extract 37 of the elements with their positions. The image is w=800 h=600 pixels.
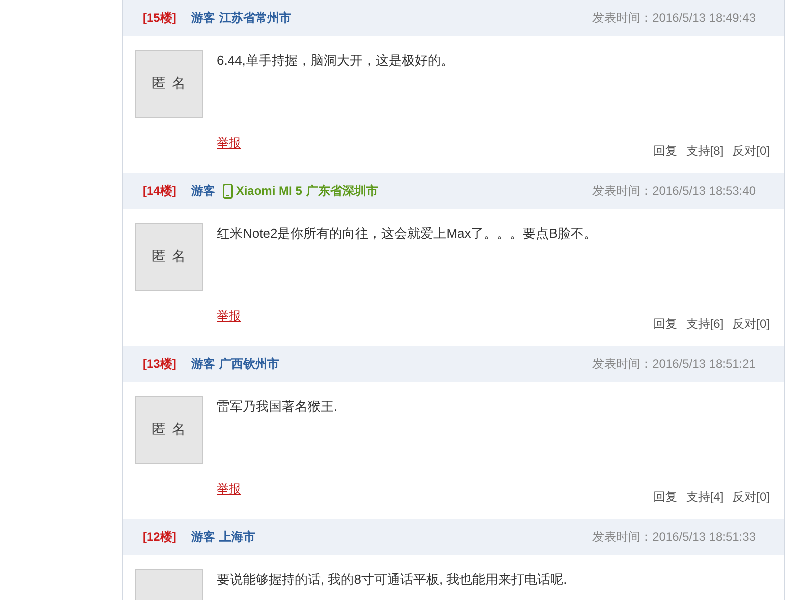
anonymous-avatar: 匿名 bbox=[135, 50, 203, 118]
floor-number: [13楼] bbox=[143, 356, 176, 372]
post-time: 发表时间：2016/5/13 18:51:33 bbox=[592, 528, 756, 546]
report-link[interactable]: 举报 bbox=[217, 481, 241, 497]
comment-text: 雷军乃我国著名猴王. bbox=[217, 398, 338, 416]
reply-link[interactable]: 回复 bbox=[653, 316, 678, 332]
reply-link[interactable]: 回复 bbox=[653, 489, 678, 505]
username-link[interactable]: 游客 bbox=[191, 10, 216, 26]
comment-text: 6.44,单手持握，脑洞大开，这是极好的。 bbox=[217, 52, 454, 70]
support-link[interactable]: 支持[4] bbox=[686, 489, 724, 505]
anonymous-avatar: 匿名 bbox=[135, 223, 203, 291]
oppose-link[interactable]: 反对[0] bbox=[732, 489, 770, 505]
floor-number: [15楼] bbox=[143, 10, 176, 26]
comment-text: 红米Note2是你所有的向往，这会就爱上Max了。。。要点B脸不。 bbox=[217, 225, 597, 243]
location-text: 广西钦州市 bbox=[219, 356, 280, 372]
phone-icon bbox=[223, 184, 234, 198]
location-text: 江苏省常州市 bbox=[219, 10, 292, 26]
comment-text: 要说能够握持的话, 我的8寸可通话平板, 我也能用来打电话呢. bbox=[217, 571, 568, 589]
floor-number: [12楼] bbox=[143, 528, 176, 546]
anonymous-avatar: 匿名 bbox=[135, 396, 203, 464]
location-text: 上海市 bbox=[219, 528, 256, 546]
location-text: 广东省深圳市 bbox=[306, 182, 378, 200]
oppose-link[interactable]: 反对[0] bbox=[732, 316, 770, 332]
device-name: Xiaomi MI 5 bbox=[236, 184, 302, 198]
support-link[interactable]: 支持[6] bbox=[686, 316, 724, 332]
username-link[interactable]: 游客 bbox=[191, 528, 216, 546]
report-link[interactable]: 举报 bbox=[217, 135, 241, 151]
post-time: 发表时间：2016/5/13 18:51:21 bbox=[592, 356, 756, 372]
oppose-link[interactable]: 反对[0] bbox=[732, 143, 770, 159]
support-link[interactable]: 支持[8] bbox=[686, 143, 724, 159]
floor-number: [14楼] bbox=[143, 182, 176, 200]
username-link[interactable]: 游客 bbox=[191, 356, 216, 372]
reply-link[interactable]: 回复 bbox=[653, 143, 678, 159]
report-link[interactable]: 举报 bbox=[217, 308, 241, 324]
username-link[interactable]: 游客 bbox=[191, 182, 216, 200]
post-time: 发表时间：2016/5/13 18:49:43 bbox=[592, 10, 756, 26]
post-time: 发表时间：2016/5/13 18:53:40 bbox=[592, 182, 756, 200]
